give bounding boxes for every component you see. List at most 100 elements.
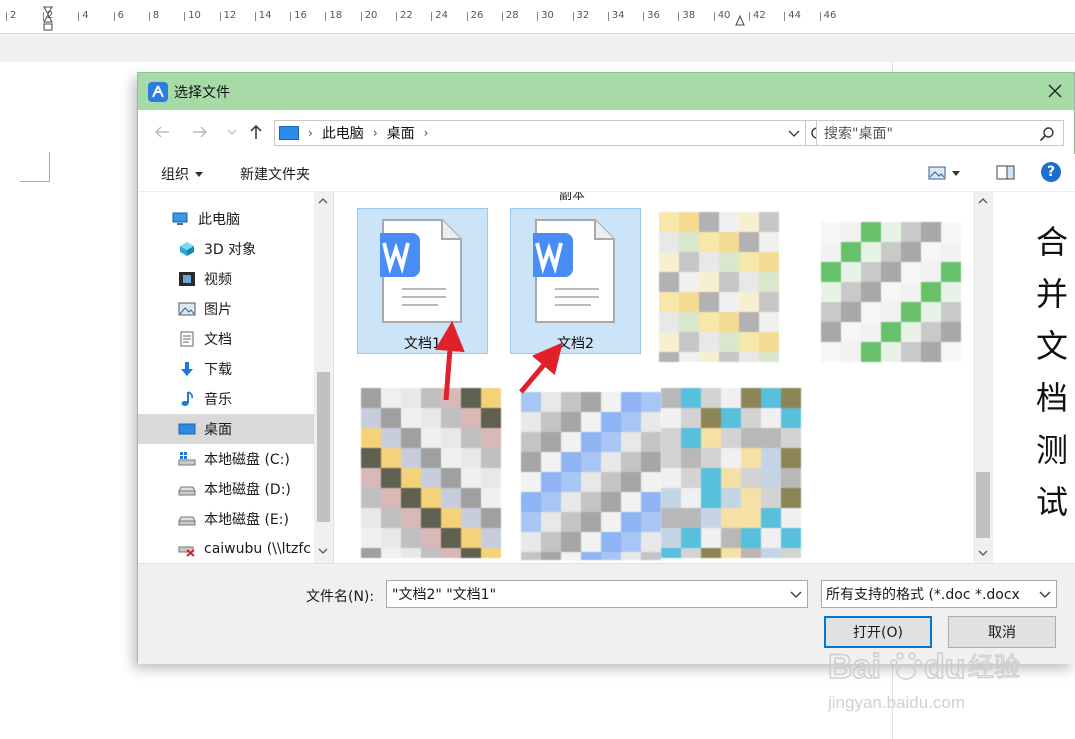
thumbnail-pixel [881,282,901,302]
thumbnail-pixel [861,342,881,362]
download-arrow-icon [178,361,196,377]
thumbnail-pixel [561,392,581,412]
sidebar-item-label: 视频 [204,272,232,288]
drive-icon [178,511,196,527]
scroll-down-icon[interactable] [978,550,988,556]
thumbnail-pixel [601,472,621,492]
sidebar-item-label: 桌面 [204,422,232,438]
sidebar-item-label: 本地磁盘 (C:) [204,452,290,468]
sidebar-item[interactable]: 文档 [138,324,314,354]
horizontal-ruler: 2 2 4 6 8 10 12 14 16 18 20 22 24 26 28 30 32 34 36 38 40 42 4… [0,0,1075,34]
sidebar-item[interactable]: 本地磁盘 (C:) [138,444,314,474]
file-tile[interactable]: 文档2 [510,208,641,354]
thumbnail-pixel [541,432,561,452]
search-input[interactable]: 搜索"桌面" [816,120,1064,146]
chevron-down-icon[interactable] [788,586,804,602]
sidebar-item[interactable]: 桌面 [138,414,314,444]
thumbnail-pixel [361,508,381,528]
blurred-thumbnail[interactable] [659,212,779,362]
file-tile[interactable]: 文档1 [357,208,488,354]
dialog-titlebar[interactable]: 选择文件 [138,73,1074,110]
up-button[interactable] [246,122,266,142]
filename-input[interactable]: "文档2" "文档1" [386,580,808,608]
sidebar-item-label: 3D 对象 [204,242,257,258]
sidebar-item[interactable]: caiwubu (\\ltzfc [138,534,314,563]
breadcrumb-this-pc[interactable]: 此电脑 [322,123,364,143]
file-type-select[interactable]: 所有支持的格式 (*.doc *.docx [821,580,1057,608]
thumbnail-pixel [739,272,759,292]
caret-down-icon [195,171,203,177]
recent-locations-button[interactable] [222,122,242,142]
thumbnail-pixel [699,312,719,332]
right-indent-marker-icon[interactable] [735,14,745,26]
sidebar-item[interactable]: 本地磁盘 (E:) [138,504,314,534]
sidebar-item[interactable]: 3D 对象 [138,234,314,264]
address-bar[interactable]: › 此电脑 › 桌面 › [274,120,806,146]
sidebar-item[interactable]: 视频 [138,264,314,294]
thumbnail-pixel [721,448,741,468]
thumbnail-pixel [381,488,401,508]
blurred-thumbnail[interactable] [661,388,801,558]
thumbnail-pixel [581,412,601,432]
thumbnail-pixel [361,388,381,408]
blurred-thumbnail[interactable] [821,222,961,362]
address-history-dropdown[interactable] [785,125,803,143]
organize-button[interactable]: 组织 [161,164,203,184]
indent-marker-icon[interactable] [43,6,53,32]
thumbnail-pixel [561,472,581,492]
thumbnail-pixel [421,548,441,558]
thumbnail-pixel [381,468,401,488]
ruler-tick-mark [784,12,786,21]
ruler-tick-label: 16 [294,10,307,21]
scrollbar-thumb[interactable] [976,472,990,538]
scroll-down-icon[interactable] [318,548,328,554]
thumbnail-pixel [441,408,461,428]
sidebar-item[interactable]: 本地磁盘 (D:) [138,474,314,504]
back-button[interactable] [152,122,172,142]
sidebar-item-label: 下载 [204,362,232,378]
thumbnail-pixel [679,212,699,232]
blurred-thumbnail[interactable] [361,388,501,558]
new-folder-button[interactable]: 新建文件夹 [240,164,310,184]
filename-value: "文档2" "文档1" [392,587,497,603]
chevron-down-icon [788,130,800,137]
change-view-button[interactable] [928,164,968,182]
scroll-up-icon[interactable] [978,198,988,204]
thumbnail-pixel [679,312,699,332]
thumbnail-pixel [521,472,541,492]
sidebar-item[interactable]: 下载 [138,354,314,384]
help-button[interactable]: ? [1041,162,1061,182]
thumbnail-pixel [921,322,941,342]
preview-pane-toggle-icon[interactable] [996,164,1016,182]
thumbnail-pixel [581,492,601,512]
thumbnail-pixel [381,508,401,528]
thumbnail-pixel [461,448,481,468]
forward-button[interactable] [190,122,210,142]
sidebar-scrollbar[interactable] [314,192,333,563]
blurred-thumbnail[interactable] [521,392,661,560]
sidebar-item[interactable]: 此电脑 [138,204,314,234]
thumbnail-pixel [699,272,719,292]
thumbnail-pixel [461,508,481,528]
sidebar-item[interactable]: 音乐 [138,384,314,414]
close-button[interactable] [1042,79,1068,103]
breadcrumb-desktop[interactable]: 桌面 [387,123,415,143]
file-list-scrollbar[interactable] [973,192,993,563]
cube-3d-icon [178,241,196,257]
windows-drive-icon [178,451,196,467]
thumbnail-pixel [921,222,941,242]
scrollbar-thumb[interactable] [317,372,330,522]
ruler-tick-label: 6 [117,10,124,21]
thumbnail-pixel [921,262,941,282]
thumbnail-pixel [719,292,739,312]
ruler-tick-mark [466,12,468,21]
sidebar-item[interactable]: 图片 [138,294,314,324]
ruler-tick-label: 42 [753,10,766,21]
thumbnail-pixel [761,408,781,428]
thumbnail-pixel [401,548,421,558]
thumbnail-pixel [601,552,621,560]
breadcrumb-separator[interactable]: › [424,126,429,140]
thumbnail-pixel [521,492,541,512]
scroll-up-icon[interactable] [318,198,328,204]
thumbnail-pixel [719,272,739,292]
